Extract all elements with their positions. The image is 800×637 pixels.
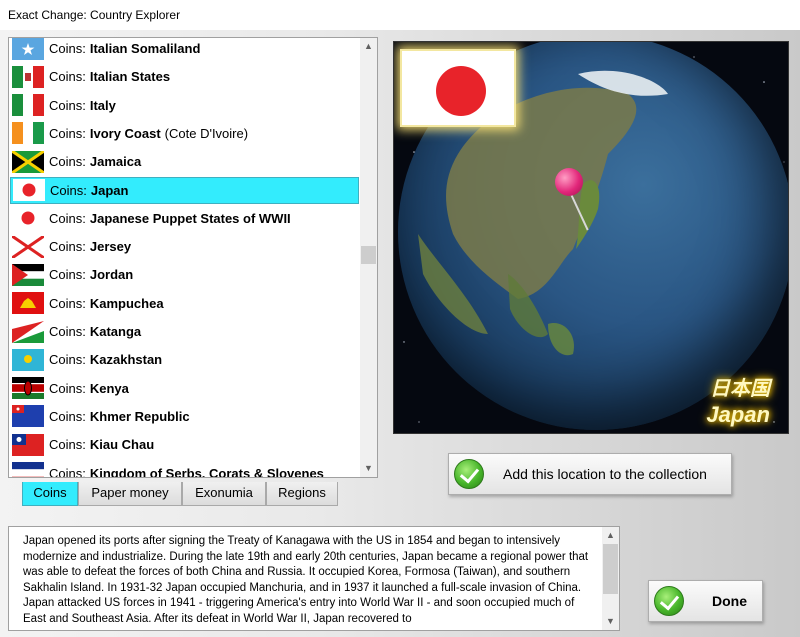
list-item-prefix: Coins: <box>49 154 86 170</box>
scroll-down-icon[interactable]: ▼ <box>360 460 377 477</box>
desc-scroll-down-icon[interactable]: ▼ <box>602 613 619 630</box>
jordan-flag-icon <box>12 263 44 286</box>
list-item-country: Italy <box>89 97 116 113</box>
list-item-prefix: Coins: <box>49 465 86 478</box>
list-item-prefix: Coins: <box>49 239 86 255</box>
list-item-prefix: Coins: <box>49 41 86 56</box>
globe-view[interactable]: 日本国 Japan <box>393 41 789 434</box>
tab-exonumia[interactable]: Exonumia <box>182 482 266 506</box>
list-item-prefix: Coins: <box>49 97 86 113</box>
list-item[interactable]: Coins: Italian Somaliland <box>10 38 359 62</box>
map-pin-icon <box>555 168 583 196</box>
serbs-flag-icon <box>12 462 44 477</box>
list-item[interactable]: Coins: Ivory Coast (Cote D'Ivoire) <box>10 120 359 147</box>
country-name-native: 日本国 <box>710 378 770 400</box>
japan-flag-icon <box>12 207 44 230</box>
selected-country-flag <box>400 49 516 127</box>
country-list-items: Coins: Italian Somaliland Coins: Italian St… <box>9 38 360 477</box>
desc-scroll-up-icon[interactable]: ▲ <box>602 527 619 544</box>
list-item[interactable]: Coins: Jamaica <box>10 148 359 175</box>
list-item-country: Kazakhstan <box>89 352 163 368</box>
tab-coins[interactable]: Coins <box>22 482 78 506</box>
list-item-prefix: Coins: <box>49 267 86 283</box>
list-item-country: Kiau Chau <box>89 437 155 453</box>
list-item-prefix: Coins: <box>50 182 87 198</box>
list-item-country: Khmer Republic <box>89 408 190 424</box>
description-text: Japan opened its ports after signing the… <box>23 535 589 625</box>
checkmark-icon <box>654 586 684 616</box>
italy-flag-icon <box>12 94 44 117</box>
list-item-alt-name: (Cote D'Ivoire) <box>164 125 249 141</box>
add-location-label: Add this location to the collection <box>503 466 707 482</box>
list-item[interactable]: Coins: Katanga <box>10 318 359 345</box>
list-scrollbar[interactable]: ▲ ▼ <box>360 38 377 477</box>
scroll-up-icon[interactable]: ▲ <box>360 38 377 55</box>
country-list[interactable]: Coins: Italian Somaliland Coins: Italian St… <box>8 37 378 478</box>
list-item-country: Ivory Coast <box>89 125 161 141</box>
list-item-prefix: Coins: <box>49 352 86 368</box>
list-item-prefix: Coins: <box>49 380 86 396</box>
description-scrollbar-thumb[interactable] <box>603 544 618 594</box>
list-item-prefix: Coins: <box>49 408 86 424</box>
list-item-country: Japan <box>90 182 129 198</box>
list-item-prefix: Coins: <box>49 125 86 141</box>
list-item-country: Katanga <box>89 324 142 339</box>
category-tabs: Coins Paper money Exonumia Regions <box>22 482 338 506</box>
list-item[interactable]: Coins: Jersey <box>10 233 359 260</box>
kiau-chau-flag-icon <box>12 433 44 456</box>
japan-flag-icon <box>13 179 45 201</box>
list-item[interactable]: Coins: Kampuchea <box>10 290 359 317</box>
list-item-prefix: Coins: <box>49 210 86 226</box>
list-item-country: Kenya <box>89 380 129 396</box>
list-item[interactable]: Coins: Italy <box>10 92 359 119</box>
window-title: Exact Change: Country Explorer <box>0 0 800 30</box>
tab-paper-money[interactable]: Paper money <box>78 482 182 506</box>
done-button[interactable]: Done <box>648 580 763 622</box>
list-item-country: Italian Somaliland <box>89 41 201 56</box>
kenya-flag-icon <box>12 377 44 400</box>
add-location-button[interactable]: Add this location to the collection <box>448 453 732 495</box>
country-name-english: Japan <box>706 402 770 427</box>
checkmark-icon <box>454 459 484 489</box>
done-label: Done <box>712 593 747 609</box>
ivory-coast-flag-icon <box>12 122 44 145</box>
list-item[interactable]: Coins: Khmer Republic <box>10 403 359 430</box>
somalia-flag-icon <box>12 38 44 60</box>
italian-states-flag-icon <box>12 65 44 88</box>
list-item-prefix: Coins: <box>49 437 86 453</box>
list-item-prefix: Coins: <box>49 69 86 85</box>
list-item-country: Jordan <box>89 267 134 283</box>
list-item[interactable]: Coins: Kenya <box>10 375 359 402</box>
list-item[interactable]: Coins: Kingdom of Serbs, Corats & Slovene… <box>10 460 359 478</box>
list-item-prefix: Coins: <box>49 324 86 339</box>
list-item-country: Kampuchea <box>89 295 164 311</box>
tab-regions[interactable]: Regions <box>266 482 338 506</box>
list-item-country: Japanese Puppet States of WWII <box>89 210 291 226</box>
list-item[interactable]: Coins: Italian States <box>10 63 359 90</box>
list-item-country: Italian States <box>89 69 171 85</box>
list-item[interactable]: Coins: Japanese Puppet States of WWII <box>10 205 359 232</box>
kazakhstan-flag-icon <box>12 348 44 371</box>
list-item[interactable]: Coins: Jordan <box>10 261 359 288</box>
list-item-country: Jersey <box>89 239 132 255</box>
list-item[interactable]: Coins: Kazakhstan <box>10 346 359 373</box>
list-item-country: Jamaica <box>89 154 142 170</box>
khmer-flag-icon <box>12 405 44 428</box>
katanga-flag-icon <box>12 320 44 343</box>
list-scrollbar-thumb[interactable] <box>361 246 376 264</box>
jamaica-flag-icon <box>12 150 44 173</box>
list-item-prefix: Coins: <box>49 295 86 311</box>
list-item[interactable]: Coins: Japan <box>10 176 359 204</box>
jersey-flag-icon <box>12 235 44 258</box>
list-item-country: Kingdom of Serbs, Corats & Slovenes <box>89 465 324 478</box>
country-description[interactable]: Japan opened its ports after signing the… <box>8 526 620 631</box>
kampuchea-flag-icon <box>12 292 44 315</box>
list-item[interactable]: Coins: Kiau Chau <box>10 431 359 458</box>
description-scrollbar[interactable]: ▲ ▼ <box>602 527 619 630</box>
